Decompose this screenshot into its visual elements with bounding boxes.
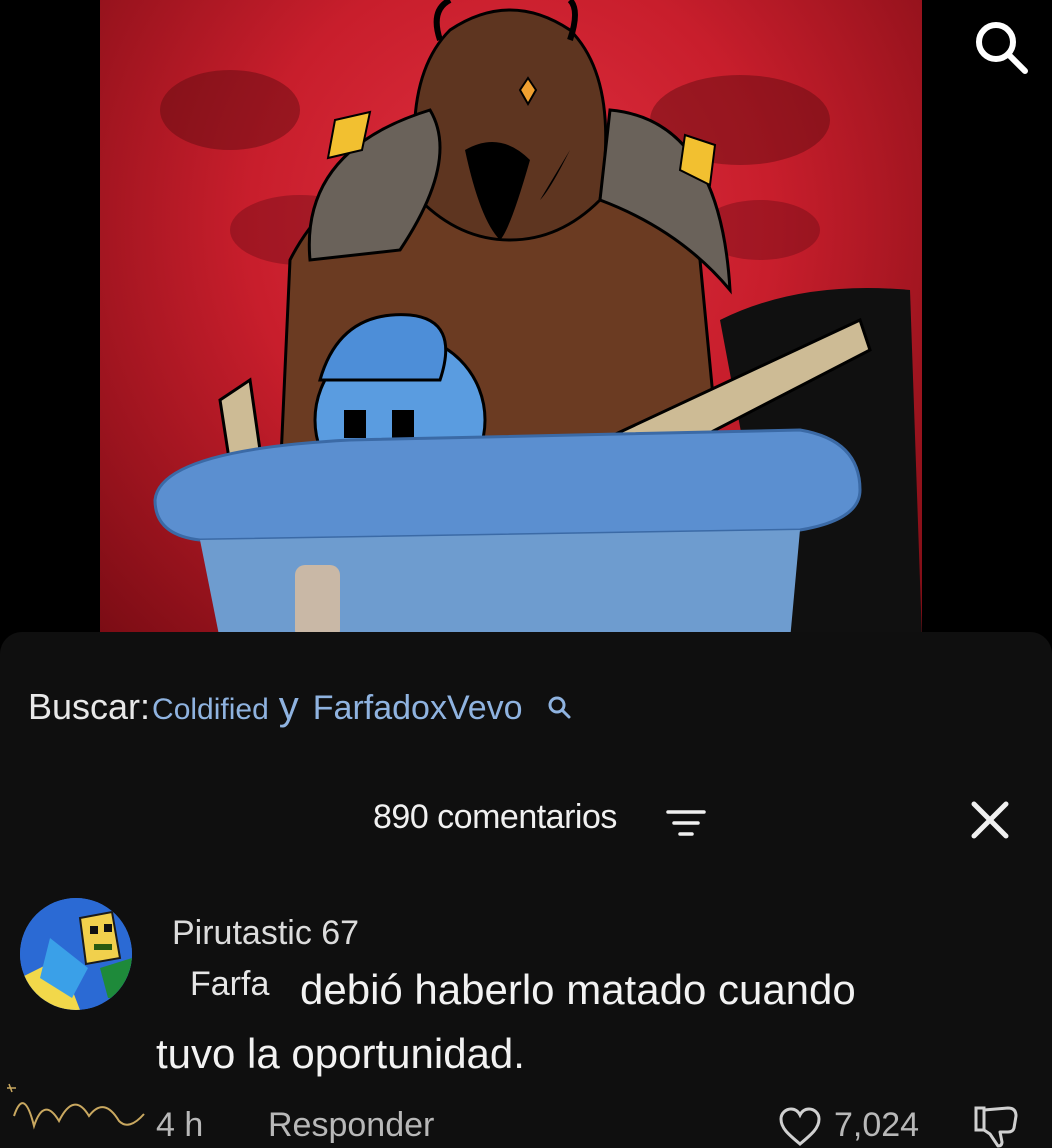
heart-icon[interactable]	[778, 1106, 822, 1148]
search-icon[interactable]	[972, 18, 1030, 76]
artist-signature	[7, 1083, 145, 1130]
video-area[interactable]	[0, 0, 1052, 640]
search-query-link[interactable]: Coldified	[152, 693, 269, 727]
comment-author[interactable]: Pirutastic 67	[172, 914, 359, 953]
comment-time: 4 h	[156, 1106, 204, 1144]
comment-text: tuvo la oportunidad.	[156, 1030, 525, 1077]
comments-header: 890 comentarios	[0, 790, 1052, 850]
comment-text-prefix: Farfa	[190, 965, 270, 1003]
search-suggestion[interactable]: Buscar: Coldified y FarfadoxVevo	[28, 684, 573, 729]
search-label: Buscar:	[28, 686, 151, 727]
thumbs-down-icon[interactable]	[970, 1104, 1022, 1148]
search-query-link[interactable]: FarfadoxVevo	[313, 689, 523, 728]
artwork-illustration	[153, 0, 922, 640]
avatar[interactable]	[20, 898, 132, 1010]
comment-text: debió haberlo matado cuando	[300, 966, 856, 1013]
avatar-image	[20, 898, 132, 1010]
sort-icon[interactable]	[666, 808, 706, 838]
search-icon[interactable]	[545, 693, 573, 721]
video-thumbnail[interactable]	[100, 0, 922, 640]
like-count: 7,024	[834, 1106, 920, 1144]
reply-button[interactable]: Responder	[268, 1106, 434, 1145]
close-icon[interactable]	[966, 796, 1014, 844]
search-joiner: y	[278, 684, 299, 728]
comments-count: 890 comentarios	[373, 798, 617, 836]
